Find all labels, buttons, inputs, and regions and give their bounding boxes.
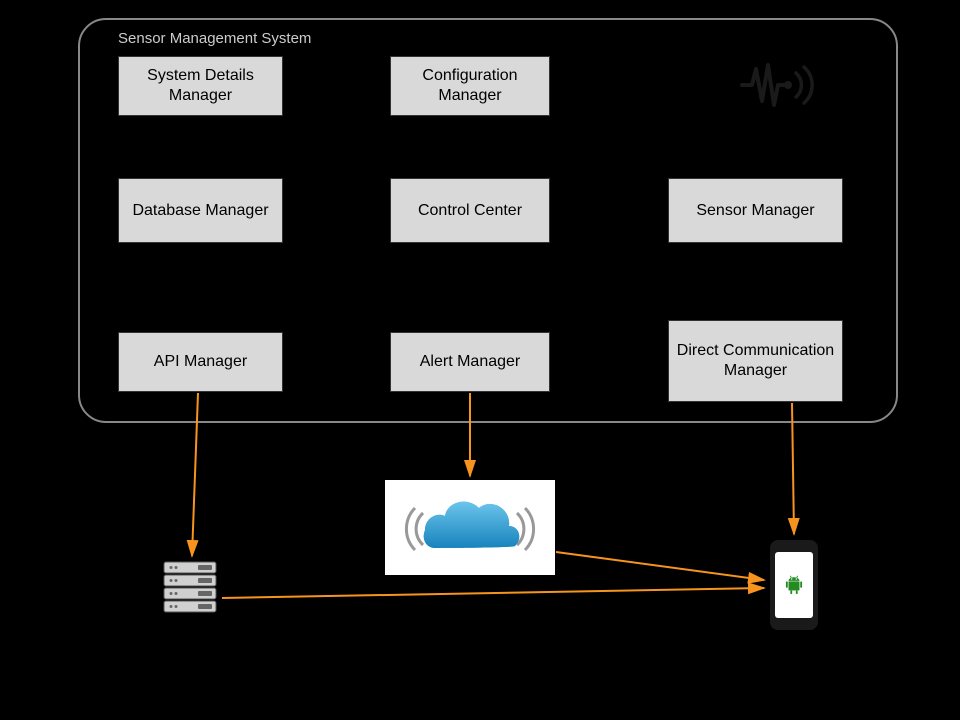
box-label: Configuration Manager — [395, 66, 545, 106]
box-label: Direct Communication Manager — [673, 341, 838, 381]
cloud-service-icon — [385, 480, 555, 575]
box-label: Database Manager — [132, 201, 268, 221]
box-alert: Alert Manager — [390, 332, 550, 392]
box-database: Database Manager — [118, 178, 283, 243]
server-icon — [160, 560, 220, 615]
box-label: Alert Manager — [420, 352, 521, 372]
box-label: API Manager — [154, 352, 247, 372]
android-phone-icon — [770, 540, 818, 630]
container-title: Sensor Management System — [118, 30, 311, 47]
box-control-center: Control Center — [390, 178, 550, 243]
sensor-signal-icon — [740, 55, 820, 115]
box-label: System Details Manager — [123, 66, 278, 106]
box-label: Sensor Manager — [696, 201, 814, 221]
box-direct-comm: Direct Communication Manager — [668, 320, 843, 402]
box-system-details: System Details Manager — [118, 56, 283, 116]
box-api: API Manager — [118, 332, 283, 392]
box-label: Control Center — [418, 201, 522, 221]
box-sensor: Sensor Manager — [668, 178, 843, 243]
box-configuration: Configuration Manager — [390, 56, 550, 116]
